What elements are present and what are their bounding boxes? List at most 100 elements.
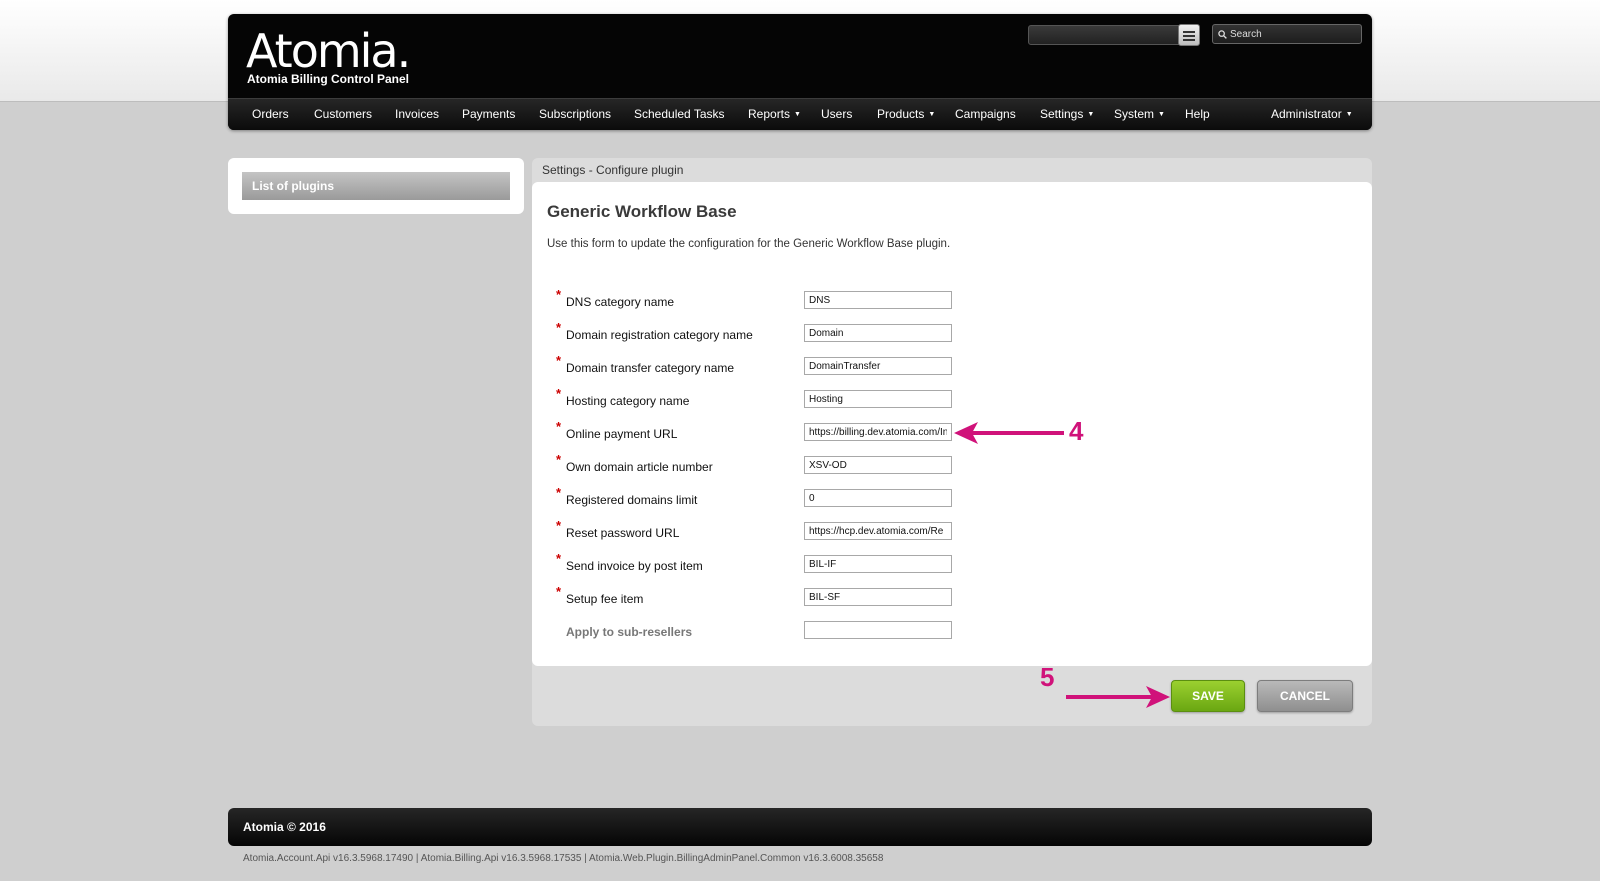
domain-transfer-category-field[interactable] [804,357,952,375]
form-row-send-invoice-by-post: * Send invoice by post item [532,551,1372,582]
hosting-category-field[interactable] [804,390,952,408]
field-label: Reset password URL [566,526,680,540]
nav-settings[interactable]: Settings ▼ [1040,99,1094,131]
required-marker: * [556,518,562,533]
field-label: Online payment URL [566,427,678,441]
nav-label: Reports [748,107,791,121]
required-marker: * [556,551,562,566]
nav-label: Subscriptions [539,107,612,121]
domain-registration-category-field[interactable] [804,324,952,342]
nav-system[interactable]: System ▼ [1114,99,1165,131]
field-label: Own domain article number [566,460,713,474]
breadcrumb: Settings - Configure plugin [542,163,684,177]
nav-products[interactable]: Products ▼ [877,99,935,131]
field-label: Hosting category name [566,394,690,408]
required-marker: * [556,452,562,467]
main-content: Settings - Configure plugin Generic Work… [532,158,1372,726]
save-button[interactable]: SAVE [1171,680,1245,712]
chevron-down-icon: ▼ [928,111,936,118]
chevron-down-icon: ▼ [1087,111,1095,118]
form-row-domain-transfer-category: * Domain transfer category name [532,353,1372,384]
nav-label: Settings [1040,107,1084,121]
field-label: Setup fee item [566,592,644,606]
field-label: Send invoice by post item [566,559,703,573]
annotation-arrow-icon [954,422,1064,444]
form-row-reset-password-url: * Reset password URL [532,518,1372,549]
field-label: Registered domains limit [566,493,698,507]
quick-menu-button[interactable] [1178,24,1200,46]
nav-orders[interactable]: Orders [252,99,289,131]
required-marker: * [556,485,562,500]
send-invoice-by-post-field[interactable] [804,555,952,573]
chevron-down-icon: ▼ [1345,111,1353,118]
nav-label: Scheduled Tasks [634,107,725,121]
search-box[interactable] [1212,24,1362,44]
nav-label: System [1114,107,1155,121]
form-row-setup-fee-item: * Setup fee item [532,584,1372,615]
chevron-down-icon: ▼ [794,111,801,118]
form-row-registered-domains-limit: * Registered domains limit [532,485,1372,516]
nav-scheduled-tasks[interactable]: Scheduled Tasks [634,99,725,131]
page-description: Use this form to update the configuratio… [547,238,951,250]
user-menu-label: Administrator [1271,107,1342,121]
nav-label: Campaigns [955,107,1016,121]
cancel-button[interactable]: CANCEL [1257,680,1353,712]
required-marker: * [556,419,562,434]
main-nav: Orders Customers Invoices Payments Subsc… [228,98,1372,130]
menu-icon [1183,30,1195,41]
nav-label: Invoices [395,107,440,121]
required-marker: * [556,584,562,599]
nav-campaigns[interactable]: Campaigns [955,99,1016,131]
quick-menu-field[interactable] [1028,25,1186,45]
required-marker: * [556,353,562,368]
own-domain-article-field[interactable] [804,456,952,474]
apply-to-sub-resellers-field[interactable] [804,621,952,639]
nav-label: Help [1185,107,1210,121]
field-label: Domain transfer category name [566,361,735,375]
nav-label: Orders [252,107,289,121]
config-form-panel: Generic Workflow Base Use this form to u… [532,182,1372,666]
form-row-hosting-category: * Hosting category name [532,386,1372,417]
nav-users[interactable]: Users [821,99,852,131]
atomia-logo[interactable]: Atomia. [246,26,411,76]
required-marker: * [556,287,562,302]
nav-invoices[interactable]: Invoices [395,99,439,131]
nav-subscriptions[interactable]: Subscriptions [539,99,611,131]
version-info: Atomia.Account.Api v16.3.5968.17490 | At… [243,853,884,864]
setup-fee-item-field[interactable] [804,588,952,606]
online-payment-url-field[interactable] [804,423,952,441]
required-marker: * [556,320,562,335]
nav-label: Users [821,107,853,121]
app-header: Atomia. Atomia Billing Control Panel Ord… [228,14,1372,130]
nav-label: Products [877,107,925,121]
sidebar: List of plugins [228,158,524,214]
footer: Atomia © 2016 [228,808,1372,846]
search-input[interactable] [1230,28,1354,40]
nav-reports[interactable]: Reports ▼ [748,99,801,131]
annotation-step-4: 4 [1069,416,1084,446]
nav-payments[interactable]: Payments [462,99,515,131]
form-row-own-domain-article: * Own domain article number [532,452,1372,483]
nav-customers[interactable]: Customers [314,99,372,131]
search-icon [1218,29,1227,39]
registered-domains-limit-field[interactable] [804,489,952,507]
reset-password-url-field[interactable] [804,522,952,540]
app-subtitle: Atomia Billing Control Panel [247,72,410,86]
annotation-arrow-icon [1066,686,1170,708]
annotation-step-5: 5 [1040,662,1055,692]
form-row-domain-registration-category: * Domain registration category name [532,320,1372,351]
nav-label: Customers [314,107,373,121]
chevron-down-icon: ▼ [1158,111,1165,118]
page-title: Generic Workflow Base [547,202,737,221]
form-row-dns-category: * DNS category name [532,287,1372,318]
required-marker: * [556,386,562,401]
dns-category-name-field[interactable] [804,291,952,309]
field-label: Domain registration category name [566,328,753,342]
form-row-apply-to-sub-resellers: Apply to sub-resellers [532,620,1372,648]
sidebar-item-list-of-plugins[interactable]: List of plugins [242,172,510,200]
field-label: DNS category name [566,295,675,309]
field-label: Apply to sub-resellers [566,625,693,639]
nav-user-menu[interactable]: Administrator ▼ [1271,99,1353,131]
nav-label: Payments [462,107,516,121]
nav-help[interactable]: Help [1185,99,1210,131]
